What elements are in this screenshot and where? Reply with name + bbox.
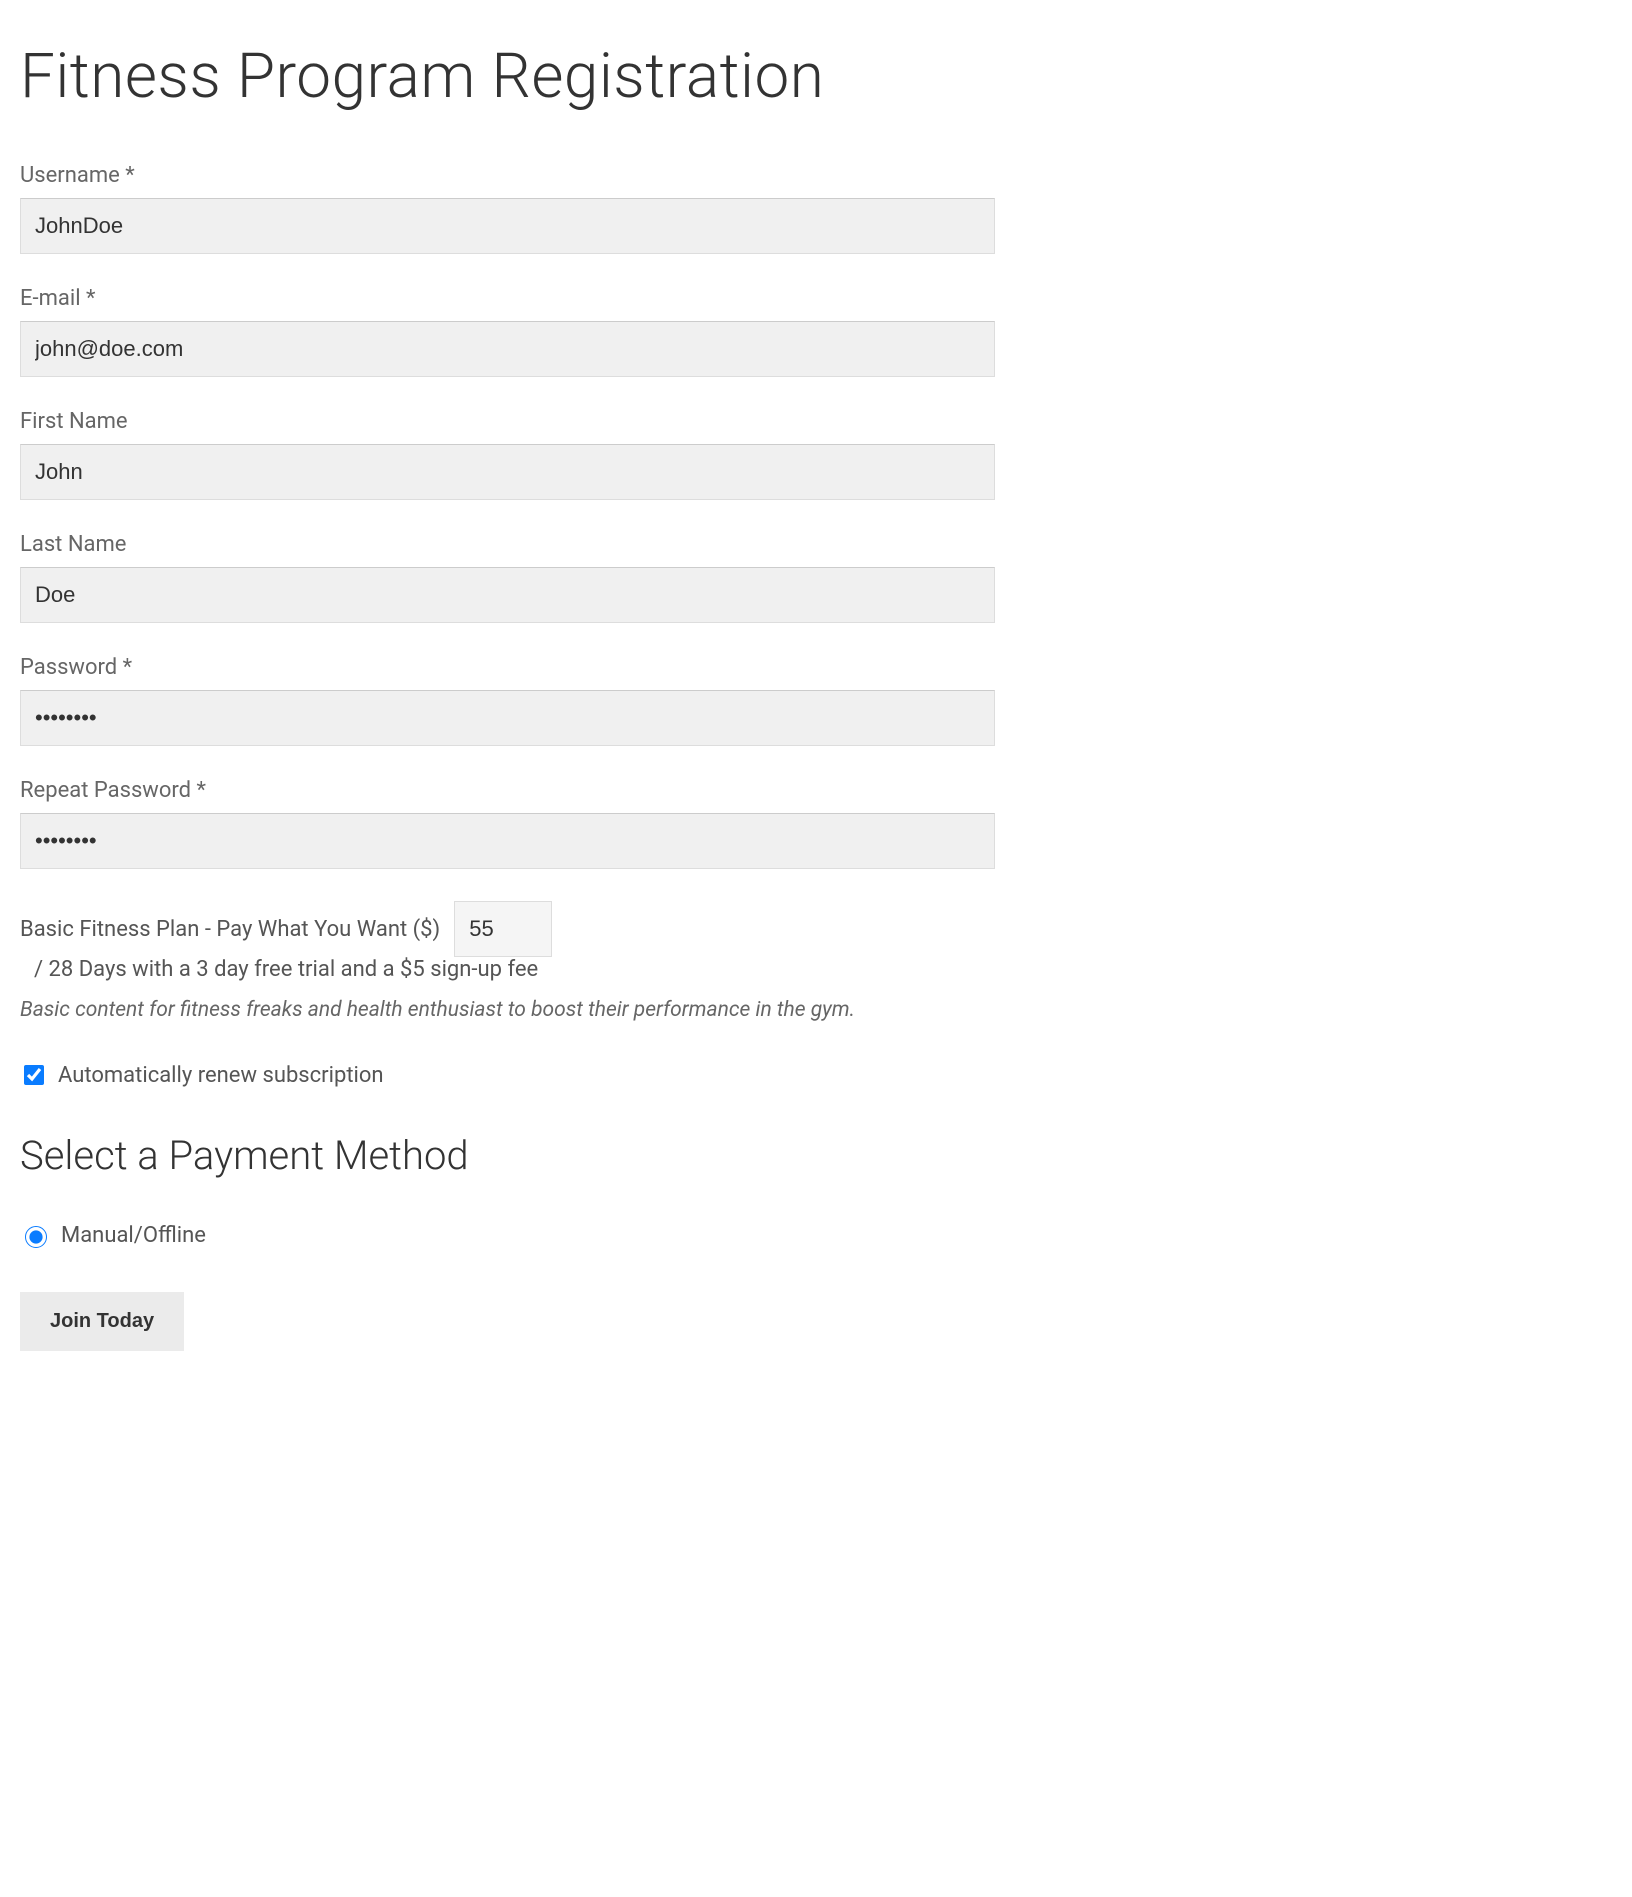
password-input[interactable] <box>20 690 995 746</box>
repeat-password-input[interactable] <box>20 813 995 869</box>
payment-radio-manual[interactable] <box>25 1226 47 1248</box>
email-label: E-mail * <box>20 286 995 311</box>
field-repeat-password: Repeat Password * <box>20 778 995 869</box>
repeat-password-label: Repeat Password * <box>20 778 995 803</box>
payment-option-label: Manual/Offline <box>61 1223 206 1248</box>
page-title: Fitness Program Registration <box>20 40 1612 113</box>
username-label: Username * <box>20 163 995 188</box>
field-email: E-mail * <box>20 286 995 377</box>
field-username: Username * <box>20 163 995 254</box>
last-name-label: Last Name <box>20 532 995 557</box>
registration-form: Username * E-mail * First Name Last Name… <box>20 163 995 1351</box>
submit-button[interactable]: Join Today <box>20 1292 184 1351</box>
username-input[interactable] <box>20 198 995 254</box>
plan-price-input[interactable] <box>454 901 552 957</box>
email-input[interactable] <box>20 321 995 377</box>
first-name-label: First Name <box>20 409 995 434</box>
last-name-input[interactable] <box>20 567 995 623</box>
field-last-name: Last Name <box>20 532 995 623</box>
field-password: Password * <box>20 655 995 746</box>
plan-before-text: Basic Fitness Plan - Pay What You Want (… <box>20 917 440 942</box>
plan-after-text: / 28 Days with a 3 day free trial and a … <box>34 957 538 982</box>
field-first-name: First Name <box>20 409 995 500</box>
payment-option-manual[interactable]: Manual/Offline <box>20 1223 995 1248</box>
first-name-input[interactable] <box>20 444 995 500</box>
autorenew-checkbox[interactable] <box>24 1065 44 1085</box>
plan-description: Basic content for fitness freaks and hea… <box>20 998 995 1022</box>
autorenew-label: Automatically renew subscription <box>58 1063 384 1088</box>
plan-row: Basic Fitness Plan - Pay What You Want (… <box>20 901 995 982</box>
password-label: Password * <box>20 655 995 680</box>
payment-heading: Select a Payment Method <box>20 1132 995 1179</box>
autorenew-row[interactable]: Automatically renew subscription <box>20 1062 995 1088</box>
